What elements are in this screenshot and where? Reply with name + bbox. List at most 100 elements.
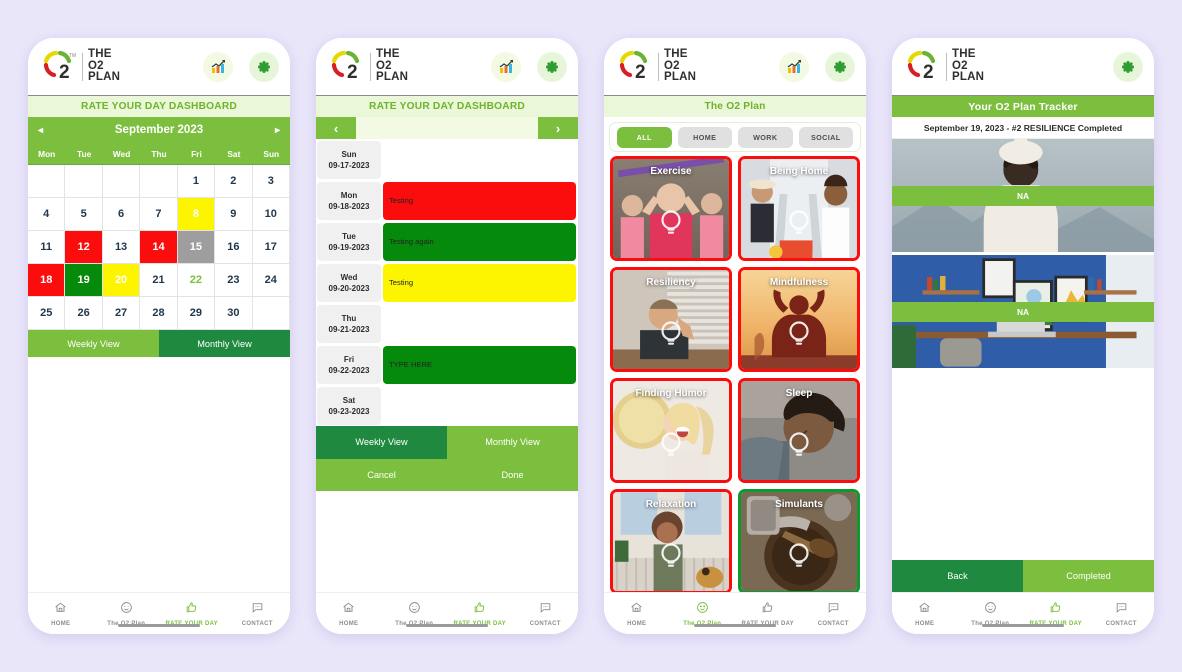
calendar-day-5[interactable]: 5 (65, 198, 103, 231)
calendar-day-7[interactable]: 7 (140, 198, 178, 231)
calendar-day-29[interactable]: 29 (177, 297, 216, 330)
calendar-day-16[interactable]: 16 (215, 231, 253, 264)
day-label-cell[interactable]: Sun 09-17-2023 (317, 140, 381, 179)
day-entry-field[interactable] (383, 387, 576, 425)
calendar-day-11[interactable]: 11 (28, 231, 66, 264)
tracker-item[interactable]: NA (892, 255, 1154, 368)
weekly-view-button[interactable]: Weekly View (316, 426, 447, 459)
prev-month-button[interactable]: ◂ (38, 125, 43, 136)
plan-card-mindfulness[interactable]: Mindfulness (738, 267, 860, 372)
calendar-day-12[interactable]: 12 (65, 231, 103, 264)
weekly-view-button[interactable]: Weekly View (28, 330, 159, 357)
filter-pill-home[interactable]: HOME (677, 126, 732, 148)
dow-sat: Sat (227, 148, 241, 159)
dow-thu: Thu (151, 148, 167, 159)
phone-2-weekly-dashboard: 2 THE O2 PLAN RATE YOUR DAY DASHBOARD ‹ … (316, 38, 578, 634)
calendar-day-9[interactable]: 9 (215, 198, 253, 231)
nav-label: CONTACT (1105, 620, 1137, 627)
card-title: Finding Humor (635, 388, 707, 399)
tracker-item[interactable]: NA (892, 139, 1154, 252)
plan-card-relaxation[interactable]: Relaxation (610, 489, 732, 592)
day-label-cell[interactable]: Sat 09-23-2023 (317, 386, 381, 425)
day-label-cell[interactable]: Fri 09-22-2023 (317, 345, 381, 384)
plan-card-exercise[interactable]: Exercise (610, 156, 732, 261)
monthly-view-button[interactable]: Monthly View (159, 330, 290, 357)
calendar-day-14[interactable]: 14 (140, 231, 178, 264)
o2-plan-logo-icon: 2 TM (39, 50, 77, 84)
day-date: 09-21-2023 (328, 324, 370, 334)
calendar-day-4[interactable]: 4 (28, 198, 66, 231)
nav-item-home[interactable]: HOME (892, 601, 958, 627)
logo-wordmark: THE O2 PLAN (88, 48, 120, 84)
calendar-day-24[interactable]: 24 (252, 264, 290, 297)
plan-card-resiliency[interactable]: Resiliency (610, 267, 732, 372)
done-button[interactable]: Done (447, 458, 578, 491)
plan-card-finding-humor[interactable]: Finding Humor (610, 378, 732, 483)
calendar-day-17[interactable]: 17 (252, 231, 290, 264)
calendar-day-10[interactable]: 10 (252, 198, 290, 231)
lightbulb-icon (788, 210, 810, 241)
calendar-day-28[interactable]: 28 (140, 297, 178, 330)
plan-card-sleep[interactable]: Sleep (738, 378, 860, 483)
nav-item-home[interactable]: HOME (604, 601, 670, 627)
calendar-day-13[interactable]: 13 (102, 231, 141, 264)
calendar-day-27[interactable]: 27 (102, 297, 141, 330)
nav-item-home[interactable]: HOME (28, 601, 94, 627)
calendar-day-22[interactable]: 22 (177, 264, 216, 297)
day-label-cell[interactable]: Tue 09-19-2023 (317, 222, 381, 261)
day-label-cell[interactable]: Thu 09-21-2023 (317, 304, 381, 343)
nav-item-home[interactable]: HOME (316, 601, 382, 627)
calendar-day-3[interactable]: 3 (252, 165, 290, 198)
day-entry-field[interactable] (383, 141, 576, 179)
gear-icon[interactable] (249, 51, 279, 82)
gear-icon[interactable] (1113, 51, 1143, 82)
chat-bubble-icon (1115, 601, 1128, 619)
nav-item-contact[interactable]: CONTACT (1089, 601, 1155, 627)
calendar-day-19[interactable]: 19 (65, 264, 103, 297)
calendar-day-20[interactable]: 20 (102, 264, 141, 297)
day-entry-field[interactable] (383, 305, 576, 343)
bar-chart-icon[interactable] (491, 51, 521, 82)
calendar-day-25[interactable]: 25 (28, 297, 66, 330)
monthly-view-button[interactable]: Monthly View (447, 426, 578, 459)
next-month-button[interactable]: ▸ (275, 125, 280, 136)
plan-card-being-home[interactable]: Being Home (738, 156, 860, 261)
cancel-button[interactable]: Cancel (316, 458, 447, 491)
calendar-day-23[interactable]: 23 (215, 264, 253, 297)
bar-chart-icon[interactable] (779, 51, 809, 82)
calendar-day-18[interactable]: 18 (28, 264, 66, 297)
nav-item-contact[interactable]: CONTACT (801, 601, 867, 627)
day-entry-field[interactable]: Testing (383, 181, 576, 220)
day-label-cell[interactable]: Wed 09-20-2023 (317, 263, 381, 302)
lightbulb-icon (788, 432, 810, 463)
calendar-day-1[interactable]: 1 (177, 165, 216, 198)
next-week-button[interactable]: › (538, 117, 578, 139)
prev-week-button[interactable]: ‹ (316, 117, 356, 139)
calendar-day-30[interactable]: 30 (215, 297, 253, 330)
gear-icon[interactable] (537, 51, 567, 82)
day-entry-field[interactable]: TYPE HERE (383, 345, 576, 384)
calendar-day-15[interactable]: 15 (177, 231, 216, 264)
page-title: The O2 Plan (604, 96, 866, 117)
bar-chart-icon[interactable] (203, 51, 233, 82)
nav-item-contact[interactable]: CONTACT (225, 601, 291, 627)
nav-item-contact[interactable]: CONTACT (513, 601, 579, 627)
back-button[interactable]: Back (892, 560, 1023, 592)
nav-label: HOME (51, 620, 71, 627)
plan-card-simulants[interactable]: Simulants (738, 489, 860, 592)
day-name: Mon (340, 190, 358, 200)
day-label-cell[interactable]: Mon 09-18-2023 (317, 181, 381, 220)
calendar-day-8[interactable]: 8 (177, 198, 216, 231)
calendar-day-21[interactable]: 21 (140, 264, 178, 297)
completed-button[interactable]: Completed (1023, 560, 1154, 592)
day-entry-field[interactable]: Testing again (383, 222, 576, 261)
gear-icon[interactable] (825, 51, 855, 82)
lightbulb-icon (660, 543, 682, 574)
day-entry-field[interactable]: Testing (383, 263, 576, 302)
calendar-day-26[interactable]: 26 (65, 297, 103, 330)
filter-pill-all[interactable]: ALL (617, 126, 672, 148)
filter-pill-social[interactable]: SOCIAL (798, 126, 853, 148)
calendar-day-6[interactable]: 6 (102, 198, 141, 231)
filter-pill-work[interactable]: WORK (738, 126, 793, 148)
calendar-day-2[interactable]: 2 (215, 165, 253, 198)
